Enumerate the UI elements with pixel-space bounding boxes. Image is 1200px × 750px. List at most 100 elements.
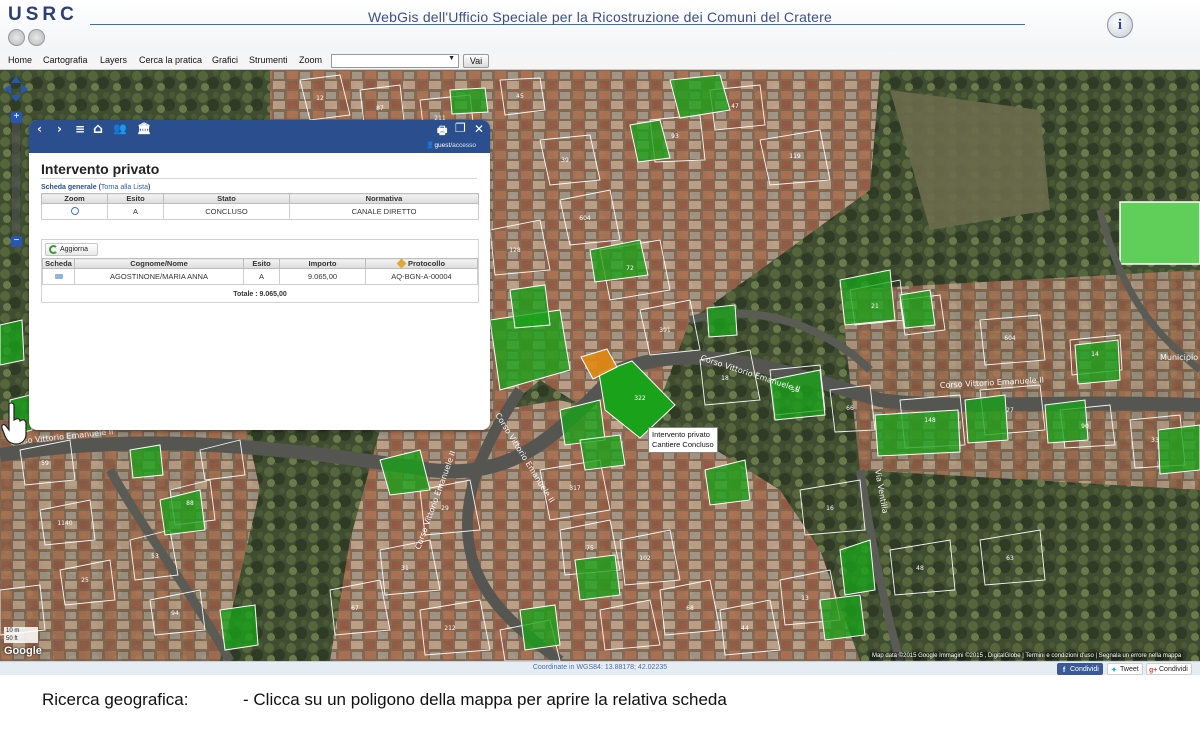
col-importo: Importo	[279, 258, 366, 269]
facebook-share-button[interactable]: f Condividi	[1057, 663, 1103, 675]
esito-cell: A	[243, 268, 280, 285]
refresh-label: Aggiorna	[60, 246, 89, 253]
scheda-cell[interactable]	[42, 268, 75, 285]
maximize-icon[interactable]: ❐	[455, 121, 466, 135]
stato-cell: CONCLUSO	[163, 203, 290, 220]
table-row[interactable]: AGOSTINONE/MARIA ANNA A 9.065,00 AQ-BGN-…	[42, 268, 478, 285]
map-navigation-control: + −	[4, 76, 28, 247]
go-button[interactable]: Vai	[463, 54, 489, 68]
map-attribution[interactable]: Map data ©2015 Google Immagini ©2015 , D…	[870, 652, 1184, 660]
tooltip-title: Intervento privato	[652, 430, 710, 439]
menu-grafici[interactable]: Grafici	[212, 55, 238, 65]
svg-text:25: 25	[81, 577, 89, 584]
svg-text:128: 128	[509, 247, 521, 254]
zoom-select[interactable]: ▼	[331, 54, 459, 68]
zoom-out-icon[interactable]: −	[11, 236, 22, 247]
street-label: Municipio d	[1160, 353, 1200, 362]
back-to-list-link[interactable]: Torna alla Lista	[101, 184, 148, 191]
svg-text:391: 391	[659, 327, 671, 334]
status-bar: Coordinate in WGS84: 13.88178; 42.02235 …	[0, 661, 1200, 675]
chevron-down-icon: ▼	[448, 55, 455, 62]
esito-cell: A	[107, 203, 164, 220]
col-esito: Esito	[107, 193, 164, 204]
seal-icon	[28, 29, 45, 46]
building-icon[interactable]: 🏛	[137, 122, 151, 135]
normativa-cell: CANALE DIRETTO	[289, 203, 479, 220]
google-logo: Google	[4, 645, 42, 657]
coordinates-readout: Coordinate in WGS84: 13.88178; 42.02235	[532, 664, 668, 671]
gplus-share-button[interactable]: g+ Condividi	[1146, 663, 1192, 675]
svg-text:604: 604	[1004, 335, 1016, 342]
tooltip-status: Cantiere Concluso	[652, 440, 714, 449]
svg-text:29: 29	[441, 505, 449, 512]
tweet-button[interactable]: ✦ Tweet	[1107, 663, 1143, 675]
user-name: guest	[434, 142, 451, 149]
svg-text:75: 75	[586, 545, 594, 552]
svg-text:604: 604	[579, 215, 591, 222]
pan-arrows-icon[interactable]	[4, 76, 28, 110]
close-icon[interactable]: ✕	[474, 122, 484, 136]
general-info-table: Zoom Esito Stato Normativa A CONCLUSO CA…	[41, 193, 479, 220]
facebook-icon: f	[1062, 667, 1066, 674]
svg-text:47: 47	[731, 103, 739, 110]
svg-text:102: 102	[639, 555, 651, 562]
applicants-grid: Aggiorna Scheda Cognome/Nome Esito Impor…	[41, 239, 479, 303]
polygon-tooltip: Intervento privato Cantiere Concluso	[648, 427, 718, 453]
gplus-icon: g+	[1149, 667, 1158, 674]
menu-zoom[interactable]: Zoom	[299, 55, 322, 65]
col-scheda: Scheda	[42, 258, 75, 269]
svg-text:119: 119	[789, 153, 801, 160]
title-divider	[41, 178, 477, 179]
menu-strumenti[interactable]: Strumenti	[249, 55, 288, 65]
magnifier-icon[interactable]	[70, 206, 79, 215]
col-zoom: Zoom	[41, 193, 108, 204]
svg-text:44: 44	[741, 625, 749, 632]
back-icon[interactable]: ‹	[37, 122, 42, 136]
scale-bar: 10 m 50 ft	[4, 627, 38, 643]
hand-cursor-icon	[1, 402, 27, 445]
svg-text:53: 53	[151, 553, 159, 560]
seal-icon	[8, 29, 25, 46]
zoom-slider[interactable]	[12, 114, 20, 244]
svg-text:94: 94	[171, 610, 179, 617]
institution-seals	[8, 29, 48, 47]
user-indicator[interactable]: 👤guest/accesso	[426, 141, 476, 149]
usrc-logo: USRC	[8, 4, 78, 25]
menu-layers[interactable]: Layers	[100, 55, 127, 65]
menu-home[interactable]: Home	[8, 55, 32, 65]
scheda-label: Scheda generale (Torna alla Lista)	[41, 184, 150, 191]
svg-text:18: 18	[721, 375, 729, 382]
intervention-panel: ‹ › ≡ ⌂ 👥 🏛 🖶 ❐ ✕ 👤guest/accesso Interve…	[29, 120, 490, 430]
svg-text:322: 322	[634, 395, 646, 402]
svg-text:33: 33	[1151, 437, 1159, 444]
svg-text:16: 16	[826, 505, 834, 512]
zoom-in-icon[interactable]: +	[11, 112, 22, 123]
menu-icon[interactable]: ≡	[75, 122, 85, 136]
menu-cerca-pratica[interactable]: Cerca la pratica	[139, 55, 202, 65]
main-menu: Home Cartografia Layers Cerca la pratica…	[0, 52, 1200, 70]
protocollo-cell: AQ-BGN-A-00004	[365, 268, 478, 285]
svg-text:14: 14	[1091, 351, 1099, 358]
svg-text:12: 12	[316, 95, 324, 102]
refresh-icon	[49, 245, 58, 254]
print-icon[interactable]: 🖶	[437, 122, 447, 141]
people-icon[interactable]: 👥	[113, 122, 127, 135]
panel-title: Intervento privato	[41, 161, 160, 177]
twitter-icon: ✦	[1111, 667, 1117, 674]
caption-instruction: - Clicca su un poligono della mappa per …	[243, 690, 727, 709]
svg-text:68: 68	[686, 605, 694, 612]
scheda-label-close: )	[148, 184, 151, 191]
home-icon[interactable]: ⌂	[93, 121, 103, 137]
forward-icon[interactable]: ›	[57, 122, 62, 136]
svg-text:317: 317	[569, 485, 581, 492]
svg-text:66: 66	[846, 405, 854, 412]
svg-text:59: 59	[41, 460, 49, 467]
zoom-cell[interactable]	[41, 203, 108, 220]
svg-text:212: 212	[444, 625, 456, 632]
refresh-button[interactable]: Aggiorna	[45, 243, 98, 256]
table-row: A CONCLUSO CANALE DIRETTO	[41, 203, 479, 220]
info-icon[interactable]: i	[1107, 12, 1133, 38]
menu-cartografia[interactable]: Cartografia	[43, 55, 88, 65]
nome-cell: AGOSTINONE/MARIA ANNA	[74, 268, 244, 285]
open-record-icon[interactable]	[54, 274, 63, 279]
